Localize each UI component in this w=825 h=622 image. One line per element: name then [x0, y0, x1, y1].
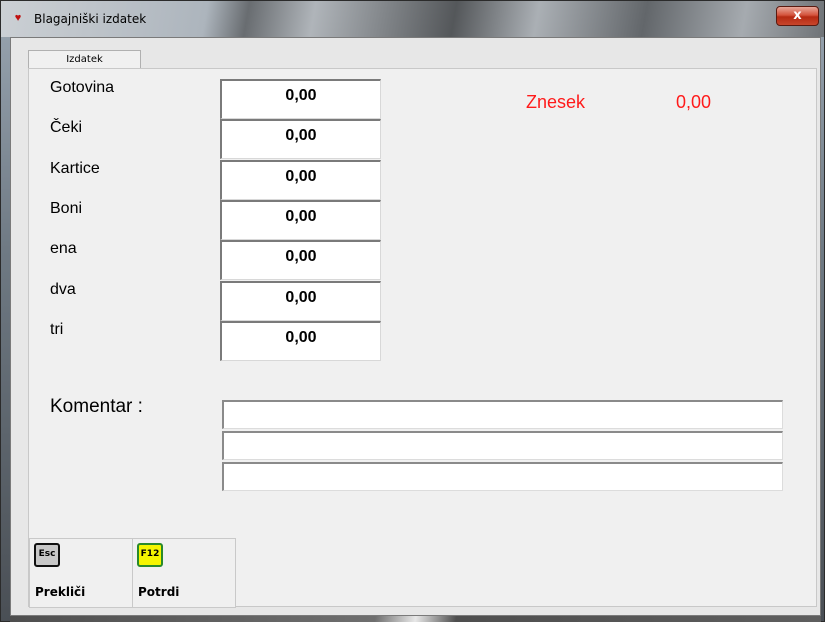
close-button[interactable]: x [776, 6, 819, 26]
label-boni: Boni [50, 200, 83, 217]
comment-line-3[interactable] [222, 462, 783, 491]
input-gotovina[interactable]: 0,00 [220, 79, 381, 119]
input-dva[interactable]: 0,00 [220, 281, 381, 321]
esc-key-icon: Esc [34, 543, 60, 567]
total-value: 0,00 [676, 92, 712, 112]
comment-label: Komentar : [50, 396, 143, 417]
input-tri[interactable]: 0,00 [220, 321, 381, 361]
window-title: Blagajniški izdatek [34, 12, 147, 26]
window-bottom-edge [10, 616, 821, 622]
comment-line-2[interactable] [222, 431, 783, 460]
f12-key-icon: F12 [137, 543, 163, 567]
app-icon[interactable]: ♥ [11, 12, 25, 24]
dialog-window: ♥ Blagajniški izdatek x Izdatek Gotovina… [0, 0, 825, 622]
input-ena[interactable]: 0,00 [220, 240, 381, 280]
tab-izdatek[interactable]: Izdatek [28, 50, 141, 69]
label-tri: tri [50, 321, 64, 338]
title-bar[interactable]: ♥ Blagajniški izdatek x [1, 1, 824, 37]
confirm-button[interactable]: F12 Potrdi [132, 538, 236, 608]
label-ena: ena [50, 240, 77, 257]
input-boni[interactable]: 0,00 [220, 200, 381, 240]
label-gotovina: Gotovina [50, 79, 115, 96]
confirm-button-label: Potrdi [138, 585, 180, 599]
total-label: Znesek [526, 92, 586, 112]
label-dva: dva [50, 281, 76, 298]
label-ceki: Čeki [50, 119, 83, 136]
input-ceki[interactable]: 0,00 [220, 119, 381, 159]
tab-panel: Gotovina 0,00 Čeki 0,00 Kartice 0,00 Bon… [28, 68, 817, 608]
button-bar: Esc Prekliči F12 Potrdi [29, 538, 253, 608]
comment-line-1[interactable] [222, 400, 783, 429]
input-kartice[interactable]: 0,00 [220, 160, 381, 200]
cancel-button-label: Prekliči [35, 585, 86, 599]
client-area: Izdatek Gotovina 0,00 Čeki 0,00 Kartice … [10, 37, 821, 616]
label-kartice: Kartice [50, 160, 100, 177]
cancel-button[interactable]: Esc Prekliči [29, 538, 133, 608]
